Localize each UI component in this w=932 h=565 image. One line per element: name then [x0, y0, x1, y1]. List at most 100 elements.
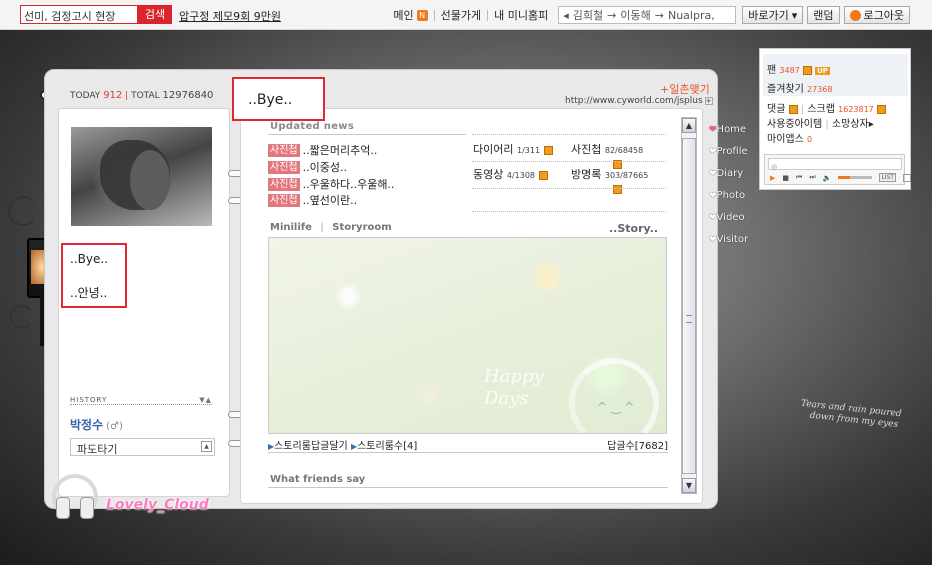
updated-news-heading: Updated news	[270, 121, 355, 132]
chevron-up-icon[interactable]: ▲	[201, 441, 212, 452]
volume-slider[interactable]	[838, 176, 873, 179]
main-link[interactable]: 메인 N	[387, 7, 433, 23]
new-badge: N	[416, 9, 428, 21]
random-button[interactable]: 랜덤	[807, 6, 840, 24]
homepage-url[interactable]: http://www.cyworld.com/jsplus +	[565, 96, 713, 106]
plus-icon: +	[660, 83, 670, 96]
tab-minilife[interactable]: Minilife	[270, 222, 312, 233]
divider	[268, 134, 466, 135]
next-icon[interactable]: ⏭	[809, 173, 815, 182]
popout-icon[interactable]	[902, 173, 911, 182]
menu-label: Photo	[716, 190, 746, 201]
divider	[472, 188, 666, 189]
reply-count: 답글수[7682]	[607, 441, 668, 452]
signature-text: Lovely_Cloud	[106, 497, 209, 513]
wave-select[interactable]: 파도타기 ▲	[70, 438, 215, 456]
divider	[472, 134, 666, 135]
side-menu: ❤Home ❤Profile ❤Diary ❤Photo ❤Video ❤Vis…	[709, 119, 748, 251]
up-badge[interactable]: UP	[815, 67, 830, 75]
tab-storyroom[interactable]: Storyroom	[332, 222, 391, 233]
new-icon	[876, 104, 886, 114]
swirl-decoration	[10, 305, 34, 329]
user-name-text: 박정수	[70, 418, 104, 432]
search-input[interactable]: 선미, 검정고시 현장	[20, 5, 138, 24]
new-icon	[802, 65, 812, 75]
scroll-thumb[interactable]	[682, 138, 696, 474]
heart-icon: ❤	[709, 213, 717, 223]
prev-icon[interactable]: ⏮	[796, 173, 802, 182]
divider	[268, 452, 668, 453]
playlist-button[interactable]: LIST	[879, 173, 896, 182]
stat-guestbook[interactable]: 방명록 303/87665	[571, 166, 648, 195]
user-name[interactable]: 박정수 (♂)	[70, 416, 123, 433]
story-label: ..Story..	[609, 222, 659, 235]
arrow-right-icon: →	[607, 8, 617, 22]
history-link[interactable]: HISTORY ▼▲	[70, 396, 212, 405]
gender-icon: (♂)	[106, 421, 123, 432]
stat-label: 다이어리	[473, 143, 514, 156]
story-count-link[interactable]: 스토리룸수[4]	[357, 441, 417, 452]
news-item[interactable]: 사진첩 ..우울하다..우울해..	[268, 176, 394, 192]
path-item[interactable]: 이동해	[620, 7, 650, 23]
scrap-label[interactable]: 스크랩	[807, 104, 835, 115]
wish-label[interactable]: 소망상자	[832, 119, 869, 130]
volume-icon[interactable]: 🔈	[823, 174, 832, 182]
plus-icon[interactable]: +	[704, 97, 713, 105]
news-item[interactable]: 사진첩 ..옆선이란..	[268, 192, 357, 208]
total-label: TOTAL	[131, 91, 160, 101]
minilife-tabs: Minilife | Storyroom	[270, 222, 392, 233]
path-item[interactable]: Nualpra,	[668, 9, 715, 22]
shortcut-dropdown[interactable]: 바로가기 ▾	[742, 6, 804, 24]
menu-home[interactable]: ❤Home	[709, 119, 748, 141]
row-divider: |	[800, 104, 805, 115]
news-item[interactable]: 사진첩 ..짧은머리추억..	[268, 142, 377, 158]
highlight-box	[232, 77, 325, 121]
gift-shop-link[interactable]: 선물가게	[435, 7, 487, 23]
back-arrow-icon[interactable]: ◂	[563, 9, 569, 22]
heart-icon: ❤	[709, 235, 717, 245]
menu-visitor[interactable]: ❤Visitor	[709, 229, 748, 251]
fan-label: 팬	[767, 65, 777, 76]
menu-profile[interactable]: ❤Profile	[709, 141, 748, 163]
news-tag: 사진첩	[268, 177, 300, 191]
menu-diary[interactable]: ❤Diary	[709, 163, 748, 185]
row-divider: |	[825, 119, 829, 130]
menu-label: Profile	[716, 146, 748, 157]
path-item[interactable]: 김희철	[573, 7, 603, 23]
menu-label: Home	[716, 124, 747, 135]
logout-icon	[849, 9, 861, 21]
menu-photo[interactable]: ❤Photo	[709, 185, 748, 207]
favorites-row[interactable]: 즐겨찾기 27368	[767, 80, 832, 95]
menu-video[interactable]: ❤Video	[709, 207, 748, 229]
favorites-count: 27368	[807, 85, 833, 94]
myapps-row[interactable]: 마이앱스 0	[767, 130, 812, 145]
storyroom-image[interactable]: Happy Days ^ ‿ ^	[268, 237, 667, 434]
my-minihompy-link[interactable]: 내 미니홈피	[488, 7, 554, 23]
home-scrollbar[interactable]: ▲ ▼	[681, 117, 697, 494]
news-item[interactable]: 사진첩 ..이중성..	[268, 159, 347, 175]
ilchon-button[interactable]: +일촌맺기	[660, 81, 710, 97]
chevron-down-icon: ▾	[791, 8, 798, 22]
scrap-count: 1623817	[838, 105, 874, 114]
stat-video[interactable]: 동영상 4/1308	[473, 166, 548, 182]
menu-label: Visitor	[716, 234, 749, 245]
history-label: HISTORY	[70, 396, 108, 404]
logout-button[interactable]: 로그아웃	[843, 6, 910, 24]
items-label[interactable]: 사용중아이템	[767, 119, 822, 130]
reply-link[interactable]: 스토리룸답글달기	[274, 441, 348, 452]
scroll-up-icon[interactable]: ▲	[682, 118, 696, 133]
swirl-decoration	[8, 196, 38, 226]
stop-icon[interactable]: ■	[782, 174, 789, 182]
highlight-box	[61, 243, 127, 308]
toggle-arrows-icon[interactable]: ▼▲	[199, 396, 212, 404]
play-icon[interactable]: ▶	[770, 174, 775, 182]
favorites-label: 즐겨찾기	[767, 84, 804, 95]
search-button[interactable]: 검색	[138, 5, 172, 24]
promo-link[interactable]: 압구정 제모9회 9만원	[179, 8, 281, 24]
news-tag: 사진첩	[268, 160, 300, 174]
fan-row[interactable]: 팬 3487 UP	[767, 61, 830, 76]
reply-label[interactable]: 댓글	[767, 104, 785, 115]
track-display: ◎	[768, 158, 902, 171]
scroll-down-icon[interactable]: ▼	[682, 478, 696, 493]
stat-diary[interactable]: 다이어리 1/311	[473, 141, 553, 157]
